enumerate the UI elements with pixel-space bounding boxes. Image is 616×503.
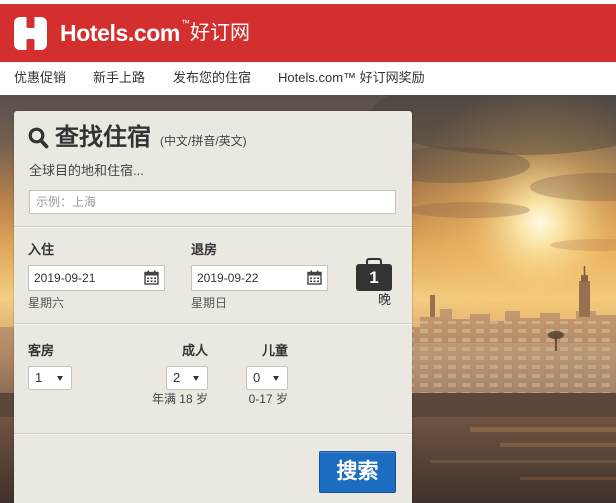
checkin-date-field[interactable] [28,265,165,291]
panel-title: 查找住宿 [55,124,151,151]
rooms-value: 1 [35,370,43,385]
rooms-label: 客房 [28,343,55,358]
rooms-select[interactable]: 1 [28,366,72,390]
dropdown-arrow-icon [193,376,199,381]
search-icon [28,127,49,149]
luggage-icon: 1 [356,258,392,291]
children-select[interactable]: 0 [246,366,288,390]
home-logo-link[interactable]: Hotels.com ™ 好订网 [14,4,254,62]
checkin-weekday: 星期六 [28,296,65,310]
site-header: Hotels.com ™ 好订网 [0,4,616,62]
adults-hint: 年满 18 岁 [151,392,208,406]
nights-label: 晚 [378,292,392,307]
search-button[interactable]: 搜索 [319,451,396,493]
logo-text: Hotels.com [60,20,180,46]
dropdown-arrow-icon [273,376,279,381]
checkout-label: 退房 [191,242,218,257]
calendar-icon[interactable] [144,270,159,285]
title-hint: (中文/拼音/英文) [160,134,247,148]
checkin-label: 入住 [28,242,55,257]
destination-label: 全球目的地和住宿... [29,163,144,178]
adults-label: 成人 [181,343,208,358]
divider [14,323,412,325]
calendar-icon[interactable] [307,270,322,285]
divider [14,433,412,435]
nav-item-rewards[interactable]: Hotels.com™ 好订网奖励 [278,70,425,86]
children-hint: 0-17 岁 [248,392,288,406]
children-value: 0 [253,370,261,385]
divider [14,226,412,228]
children-label: 儿童 [261,343,288,358]
checkout-date-input[interactable] [192,266,304,290]
checkout-weekday: 星期日 [191,296,228,310]
nav-item-getting-started[interactable]: 新手上路 [93,70,145,86]
hotels-logo-icon [14,17,47,50]
logo-chinese-name: 好订网 [190,22,250,44]
adults-value: 2 [173,370,181,385]
dropdown-arrow-icon [57,376,63,381]
nav-item-deals[interactable]: 优惠促销 [14,70,66,86]
search-panel: 查找住宿 (中文/拼音/英文) 全球目的地和住宿... 入住 退房 [14,111,412,503]
destination-input[interactable] [29,190,396,214]
checkout-date-field[interactable] [191,265,328,291]
nights-count: 1 [356,264,392,291]
nav-item-list-property[interactable]: 发布您的住宿 [173,70,251,86]
top-nav: 优惠促销 新手上路 发布您的住宿 Hotels.com™ 好订网奖励 [0,62,616,95]
checkin-date-input[interactable] [29,266,141,290]
adults-select[interactable]: 2 [166,366,208,390]
logo-trademark: ™ [181,18,190,28]
